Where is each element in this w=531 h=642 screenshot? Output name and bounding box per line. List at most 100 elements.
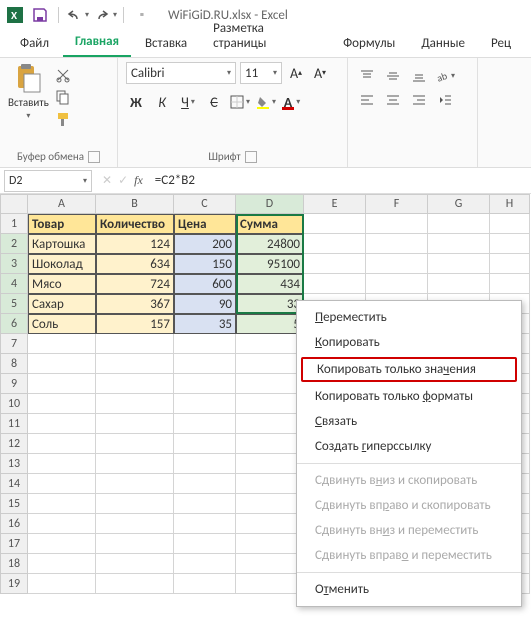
cell[interactable]: 5 (236, 314, 304, 334)
cell[interactable] (96, 494, 174, 514)
cell[interactable] (304, 274, 366, 294)
cell[interactable] (366, 274, 428, 294)
row-header[interactable]: 1 (0, 214, 28, 234)
underline-button[interactable]: Ч▾ (178, 92, 198, 112)
cell[interactable] (28, 414, 96, 434)
cell[interactable] (236, 374, 304, 394)
cell[interactable] (428, 254, 490, 274)
cell[interactable]: Сахар (28, 294, 96, 314)
cancel-formula-button[interactable]: ✕ (102, 173, 112, 188)
cell[interactable] (174, 434, 236, 454)
ctx-copy-values[interactable]: Копировать только значения (301, 357, 517, 382)
cell[interactable]: Шоколад (28, 254, 96, 274)
qat-customize-button[interactable]: ≡ (130, 3, 154, 27)
tab-data[interactable]: Данные (409, 30, 477, 57)
format-painter-button[interactable] (53, 110, 73, 128)
paste-label[interactable]: Вставить (8, 96, 49, 109)
borders-button[interactable]: ▾ (230, 92, 250, 112)
row-header[interactable]: 2 (0, 234, 28, 254)
col-header[interactable]: C (174, 194, 236, 214)
decrease-font-button[interactable]: A▾ (310, 63, 330, 83)
font-color-button[interactable]: A▾ (282, 92, 302, 112)
cell[interactable] (174, 554, 236, 574)
cell[interactable] (236, 394, 304, 414)
cell[interactable] (366, 234, 428, 254)
formula-input[interactable]: =C2*B2 (149, 173, 531, 188)
cell[interactable] (96, 354, 174, 374)
cell[interactable] (96, 414, 174, 434)
cell[interactable] (28, 474, 96, 494)
italic-button[interactable]: К (152, 92, 172, 112)
cell[interactable] (96, 554, 174, 574)
row-header[interactable]: 8 (0, 354, 28, 374)
row-header[interactable]: 19 (0, 574, 28, 594)
row-header[interactable]: 16 (0, 514, 28, 534)
cell[interactable] (28, 434, 96, 454)
col-header[interactable]: G (428, 194, 490, 214)
cell[interactable] (28, 494, 96, 514)
cell[interactable] (28, 454, 96, 474)
cell[interactable]: 124 (96, 234, 174, 254)
cell[interactable] (304, 254, 366, 274)
cell[interactable]: 634 (96, 254, 174, 274)
copy-button[interactable] (53, 88, 73, 106)
cell[interactable] (28, 514, 96, 534)
strike-button[interactable]: C (204, 92, 224, 112)
cell[interactable] (174, 374, 236, 394)
redo-button[interactable]: ▾ (93, 3, 117, 27)
cell[interactable] (236, 434, 304, 454)
cell[interactable] (174, 574, 236, 594)
cell[interactable] (236, 554, 304, 574)
col-header[interactable]: A (28, 194, 96, 214)
cell[interactable]: 157 (96, 314, 174, 334)
cell[interactable] (428, 274, 490, 294)
cell[interactable] (236, 354, 304, 374)
align-middle-button[interactable] (382, 66, 404, 86)
row-header[interactable]: 4 (0, 274, 28, 294)
font-launcher[interactable] (245, 151, 257, 163)
cell[interactable] (96, 474, 174, 494)
col-header[interactable]: E (304, 194, 366, 214)
cell[interactable] (236, 414, 304, 434)
cell[interactable]: 367 (96, 294, 174, 314)
ctx-copy[interactable]: Копировать (297, 330, 521, 355)
cell[interactable]: 600 (174, 274, 236, 294)
cell[interactable] (236, 514, 304, 534)
row-header[interactable]: 11 (0, 414, 28, 434)
cell[interactable] (28, 534, 96, 554)
cell[interactable] (174, 454, 236, 474)
row-header[interactable]: 6 (0, 314, 28, 334)
tab-review[interactable]: Рец (479, 30, 523, 57)
cell[interactable]: 24800 (236, 234, 304, 254)
cell[interactable] (96, 454, 174, 474)
tab-insert[interactable]: Вставка (133, 30, 199, 57)
cell[interactable] (28, 574, 96, 594)
cell[interactable] (174, 394, 236, 414)
tab-layout[interactable]: Разметка страницы (201, 15, 329, 57)
cell[interactable] (236, 534, 304, 554)
cell[interactable] (28, 554, 96, 574)
cell[interactable] (174, 354, 236, 374)
enter-formula-button[interactable]: ✓ (118, 173, 128, 188)
row-header[interactable]: 3 (0, 254, 28, 274)
row-header[interactable]: 12 (0, 434, 28, 454)
row-header[interactable]: 18 (0, 554, 28, 574)
cell[interactable]: Соль (28, 314, 96, 334)
align-center-button[interactable] (382, 90, 404, 110)
cell[interactable]: 200 (174, 234, 236, 254)
tab-formulas[interactable]: Формулы (331, 30, 407, 57)
cell[interactable]: 90 (174, 294, 236, 314)
cell[interactable]: 95100 (236, 254, 304, 274)
ctx-link[interactable]: Связать (297, 409, 521, 434)
cell[interactable] (236, 474, 304, 494)
cell[interactable]: Мясо (28, 274, 96, 294)
row-header[interactable]: 17 (0, 534, 28, 554)
col-header[interactable]: D (236, 194, 304, 214)
cell[interactable]: 434 (236, 274, 304, 294)
cell[interactable] (236, 574, 304, 594)
cut-button[interactable] (53, 66, 73, 84)
cell[interactable] (96, 514, 174, 534)
fill-color-button[interactable]: ▾ (256, 92, 276, 112)
cell[interactable] (174, 414, 236, 434)
cell[interactable] (96, 574, 174, 594)
